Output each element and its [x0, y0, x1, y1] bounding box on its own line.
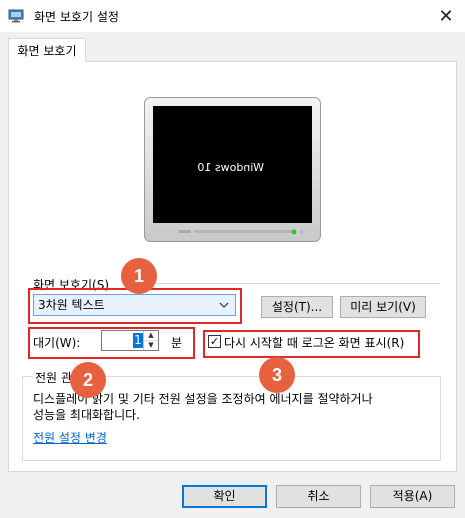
group-divider: [126, 283, 440, 284]
cancel-button[interactable]: 취소: [276, 485, 361, 508]
highlight-box-3: [203, 330, 420, 358]
preview-button[interactable]: 미리 보기(V): [340, 296, 426, 318]
power-description-2: 성능을 최대화합니다.: [33, 408, 140, 422]
apply-button[interactable]: 적용(A): [370, 485, 455, 508]
power-group-label: 전원 관: [33, 369, 74, 386]
highlight-box-2: [28, 327, 195, 359]
step-badge-3: 3: [259, 357, 295, 393]
power-settings-link[interactable]: 전원 설정 변경: [33, 429, 107, 446]
ok-button[interactable]: 확인: [182, 485, 267, 508]
tab-screensaver[interactable]: 화면 보호기: [8, 38, 86, 62]
screensaver-app-icon: [8, 8, 24, 24]
window-title: 화면 보호기 설정: [34, 10, 119, 24]
step-badge-2: 2: [70, 362, 106, 398]
settings-button[interactable]: 설정(T)...: [261, 296, 333, 318]
preview-3d-text: Windows 10: [197, 161, 264, 174]
step-badge-1: 1: [121, 258, 157, 294]
close-button[interactable]: ✕: [433, 4, 459, 28]
